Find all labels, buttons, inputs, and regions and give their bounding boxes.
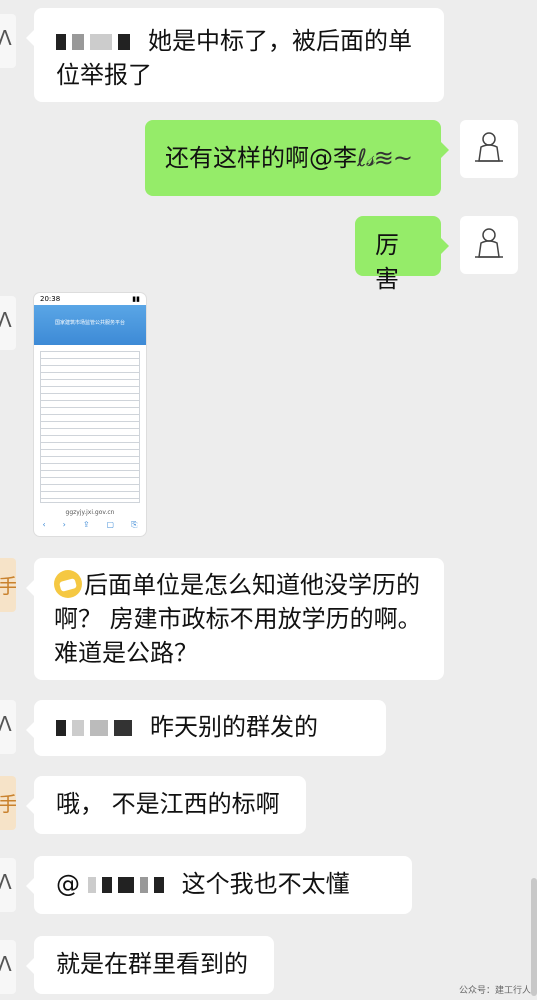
avatar[interactable]: Λ <box>0 296 16 350</box>
message-bubble[interactable]: 哦， 不是江西的标啊 <box>26 776 306 834</box>
message-bubble[interactable]: 她是中标了，被后面的单位举报了 <box>26 8 444 102</box>
message-text: 就是在群里看到的 <box>56 950 248 978</box>
message-text: 后面单位是怎么知道他没学历的啊？ 房建市政标不用放学历的啊。难道是公路？ <box>54 571 422 667</box>
avatar-glyph: Λ <box>0 26 12 50</box>
thumb-url: ggzyjy.jxi.gov.cn <box>65 509 115 516</box>
message-text: 昨天别的群发的 <box>150 713 318 741</box>
redacted-name <box>56 720 132 736</box>
message-bubble[interactable]: 后面单位是怎么知道他没学历的啊？ 房建市政标不用放学历的啊。难道是公路？ <box>26 558 444 680</box>
avatar-glyph: Λ <box>0 712 12 736</box>
avatar[interactable]: 手 <box>0 776 16 830</box>
avatar[interactable]: Λ <box>0 858 16 912</box>
avatar[interactable]: Λ <box>0 940 16 994</box>
avatar-self[interactable] <box>460 120 518 178</box>
at-symbol: @ <box>56 870 80 898</box>
message-bubble-sent[interactable]: 还有这样的啊@李ℓ𝓈≋~ <box>145 120 449 196</box>
avatar[interactable]: 手 <box>0 558 16 612</box>
message-text: 还有这样的啊@李 <box>165 144 357 172</box>
message-bubble[interactable]: 就是在群里看到的 <box>26 936 274 994</box>
avatar[interactable]: Λ <box>0 700 16 754</box>
message-bubble[interactable]: @ 这个我也不太懂 <box>26 856 412 914</box>
avatar-self[interactable] <box>460 216 518 274</box>
message-bubble[interactable]: 昨天别的群发的 <box>26 700 386 756</box>
message-text: 哦， 不是江西的标啊 <box>56 790 280 818</box>
thumb-banner: 国家建筑市场监管公共服务平台 <box>34 305 146 345</box>
avatar[interactable]: Λ <box>0 14 16 68</box>
thumb-toolbar: ‹ › ⇪ ▢ ⎘ <box>42 520 138 529</box>
avatar-glyph: Λ <box>0 870 12 894</box>
thumb-status-bar: 20:38 ▮▮ <box>40 295 140 303</box>
message-text: 厉害 <box>375 231 399 293</box>
avatar-glyph: Λ <box>0 308 12 332</box>
reading-person-icon <box>475 228 503 258</box>
avatar-glyph: 手 <box>0 574 16 598</box>
watermark: 公众号：建工行人 <box>458 986 531 996</box>
image-message[interactable]: 20:38 ▮▮ 国家建筑市场监管公共服务平台 ggzyjy.jxi.gov.cn… <box>34 293 146 536</box>
redacted-name <box>87 877 164 893</box>
scrollbar[interactable] <box>531 878 537 996</box>
message-bubble-sent[interactable]: 厉害 <box>355 216 449 293</box>
avatar-glyph: Λ <box>0 952 12 976</box>
reading-person-icon <box>475 132 503 162</box>
message-text: 这个我也不太懂 <box>181 870 350 898</box>
name-flourish: ℓ𝓈≋~ <box>357 144 413 172</box>
thumb-document <box>40 351 140 503</box>
avatar-glyph: 手 <box>0 792 16 816</box>
face-with-bandage-icon <box>54 570 82 598</box>
redacted-name <box>56 34 130 50</box>
